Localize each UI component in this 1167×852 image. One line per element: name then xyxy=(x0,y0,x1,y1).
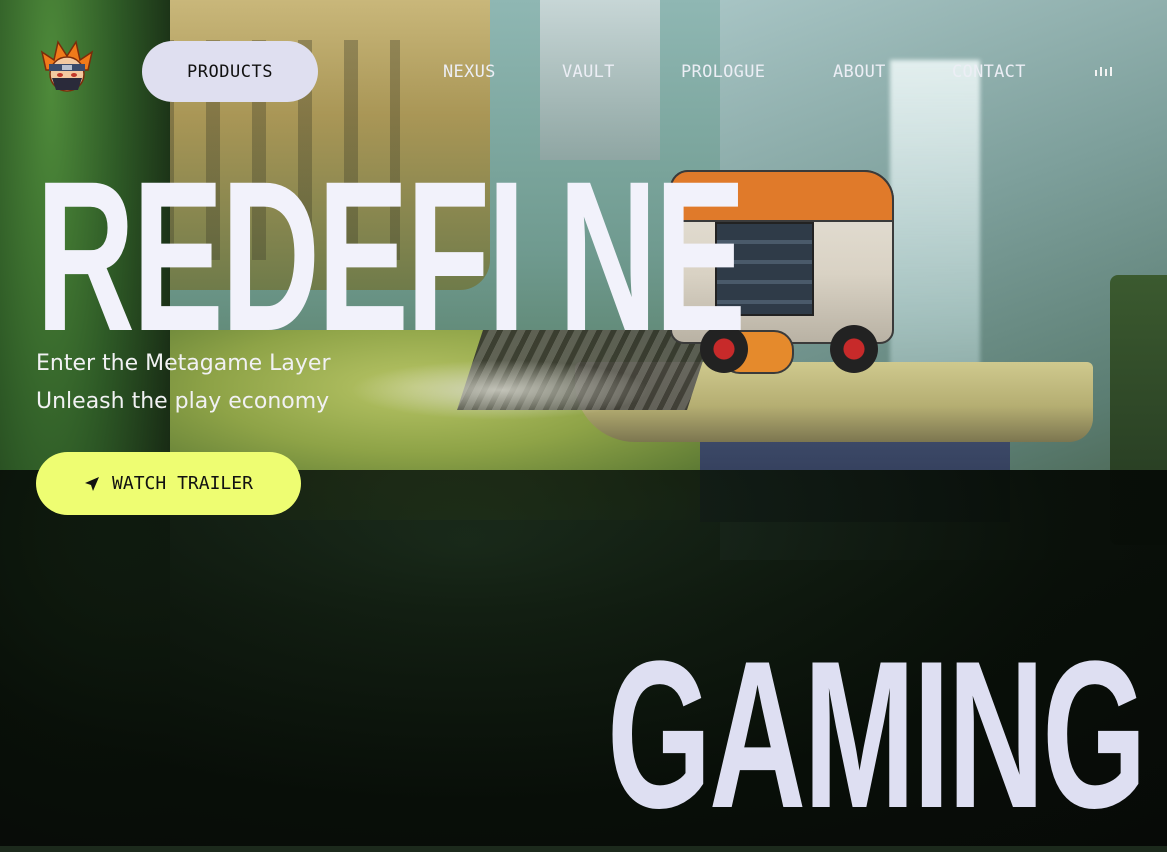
watch-trailer-button[interactable]: WATCH TRAILER xyxy=(36,452,301,515)
hero-subtitle: Enter the Metagame Layer Unleash the pla… xyxy=(36,345,331,421)
nav-link-vault[interactable]: VAULT xyxy=(562,62,615,82)
nav-link-about[interactable]: ABOUT xyxy=(833,62,886,82)
hero-subtitle-line2: Unleash the play economy xyxy=(36,389,330,414)
nav-link-contact[interactable]: CONTACT xyxy=(952,62,1026,82)
nav-link-nexus[interactable]: NEXUS xyxy=(443,62,496,82)
hero-title: REDEFI NE xyxy=(36,137,746,376)
nav-link-prologue[interactable]: PROLOGUE xyxy=(681,62,765,82)
navigation-arrow-icon xyxy=(85,476,100,491)
main-nav: NEXUS VAULT PROLOGUE ABOUT CONTACT xyxy=(0,62,1167,88)
hero-subtitle-line1: Enter the Metagame Layer xyxy=(36,351,331,376)
hero-bottom-title: GAMING xyxy=(607,617,1147,852)
watch-trailer-label: WATCH TRAILER xyxy=(112,473,253,494)
audio-bars-icon[interactable] xyxy=(1095,66,1113,76)
